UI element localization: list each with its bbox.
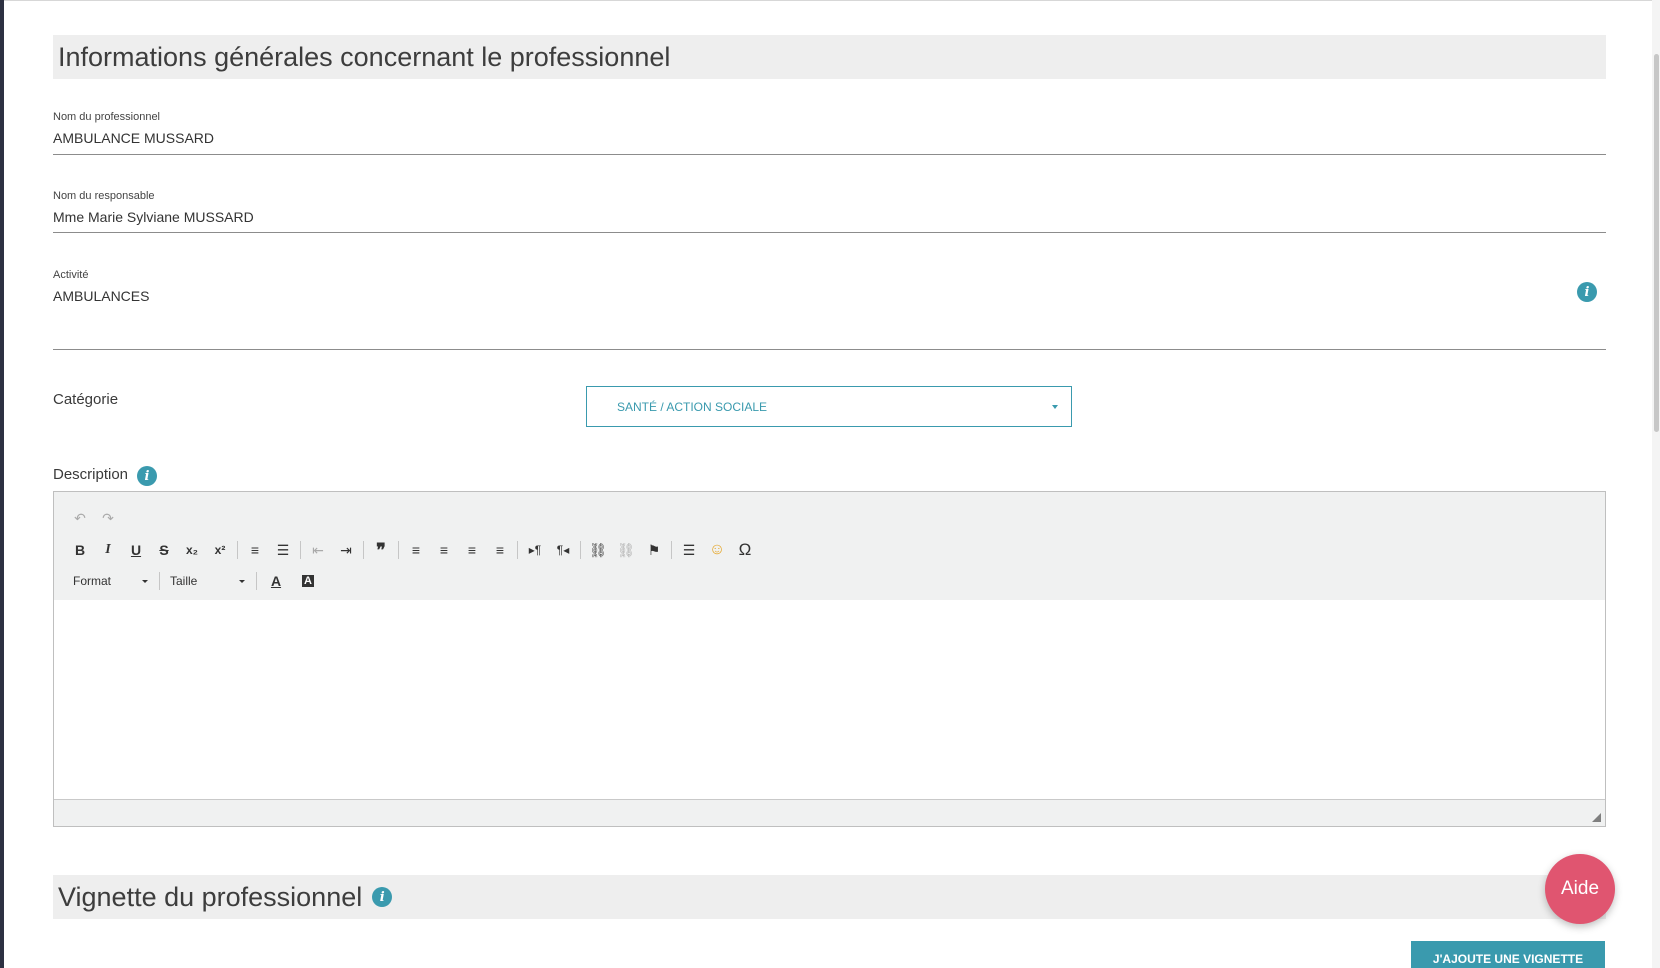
editor-content-area[interactable] [54,600,1605,800]
nom-responsable-label: Nom du responsable [53,190,155,202]
editor-status-bar [54,799,1605,826]
bold-icon[interactable]: B [66,538,94,562]
general-info-header: Informations générales concernant le pro… [53,35,1606,79]
anchor-flag-icon[interactable]: ⚑ [640,538,668,562]
special-character-icon[interactable]: Ω [731,538,759,562]
redo-icon[interactable]: ↷ [94,506,122,530]
underline-icon[interactable]: U [122,538,150,562]
blockquote-icon[interactable]: ❞ [367,538,395,562]
aide-button[interactable]: Aide [1545,854,1615,924]
general-info-title: Informations générales concernant le pro… [58,41,671,72]
align-center-icon[interactable]: ≡ [430,538,458,562]
italic-icon[interactable]: I [94,538,122,562]
toolbar-row-styles: Format Taille A A [66,569,324,593]
bullet-list-icon[interactable]: ☰ [269,538,297,562]
nom-professionnel-label: Nom du professionnel [53,111,161,123]
categorie-select[interactable]: SANTÉ / ACTION SOCIALE [586,386,1072,427]
add-vignette-button[interactable]: J'AJOUTE UNE VIGNETTE [1411,941,1605,968]
superscript-icon[interactable]: x² [206,538,234,562]
size-dropdown-label: Taille [170,574,198,588]
activite-info-icon[interactable]: i [1577,282,1597,302]
vignette-info-icon[interactable]: i [372,887,393,907]
background-color-icon[interactable]: A [292,569,324,593]
categorie-selected-value: SANTÉ / ACTION SOCIALE [617,399,768,414]
editor-toolbar: ↶ ↷ B I U S x₂ x² ≡ ☰ ⇤ ⇥ ❞ ≡ ≡ ≡ ≡ ▸¶ ¶… [54,492,1605,601]
vignette-title: Vignette du professionnel [58,881,363,912]
vignette-header: Vignette du professionnel i [53,875,1606,919]
align-left-icon[interactable]: ≡ [402,538,430,562]
link-icon[interactable]: ⛓ [584,538,612,562]
undo-icon[interactable]: ↶ [66,506,94,530]
activite-value[interactable]: AMBULANCES [53,288,149,304]
size-dropdown[interactable]: Taille [163,569,253,593]
subscript-icon[interactable]: x₂ [178,538,206,562]
chevron-down-icon [239,579,245,583]
resize-handle-icon[interactable] [1592,813,1601,822]
top-divider [4,0,1660,1]
toolbar-separator [159,572,160,590]
scrollbar[interactable] [1652,0,1660,968]
unlink-icon[interactable]: ⛓ [612,538,640,562]
categorie-label: Catégorie [53,391,119,408]
toolbar-separator [300,541,301,559]
align-right-icon[interactable]: ≡ [458,538,486,562]
left-edge-bar [0,0,4,968]
activite-field[interactable]: Activité AMBULANCES i [53,269,1606,350]
align-justify-icon[interactable]: ≡ [486,538,514,562]
toolbar-separator [517,541,518,559]
toolbar-separator [580,541,581,559]
activite-label: Activité [53,269,89,281]
indent-icon[interactable]: ⇥ [332,538,360,562]
chevron-down-icon [1052,404,1058,409]
toolbar-separator [398,541,399,559]
toolbar-separator [256,572,257,590]
toolbar-row-history: ↶ ↷ [66,506,122,530]
description-editor[interactable]: ↶ ↷ B I U S x₂ x² ≡ ☰ ⇤ ⇥ ❞ ≡ ≡ ≡ ≡ ▸¶ ¶… [53,491,1606,827]
format-dropdown[interactable]: Format [66,569,156,593]
description-info-icon[interactable]: i [137,466,157,486]
text-direction-rtl-icon[interactable]: ¶◂ [549,538,577,562]
outdent-icon[interactable]: ⇤ [304,538,332,562]
text-direction-ltr-icon[interactable]: ▸¶ [521,538,549,562]
emoji-icon[interactable]: ☺ [703,538,731,562]
toolbar-separator [671,541,672,559]
text-color-icon[interactable]: A [260,569,292,593]
toolbar-row-formatting: B I U S x₂ x² ≡ ☰ ⇤ ⇥ ❞ ≡ ≡ ≡ ≡ ▸¶ ¶◂ ⛓ … [66,538,759,562]
toolbar-separator [363,541,364,559]
horizontal-rule-icon[interactable]: ☰ [675,538,703,562]
numbered-list-icon[interactable]: ≡ [241,538,269,562]
nom-professionnel-value[interactable]: AMBULANCE MUSSARD [53,130,214,146]
chevron-down-icon [142,579,148,583]
toolbar-separator [237,541,238,559]
description-label: Description [53,466,129,483]
strikethrough-icon[interactable]: S [150,538,178,562]
scrollbar-thumb[interactable] [1654,54,1659,432]
nom-professionnel-field[interactable]: Nom du professionnel AMBULANCE MUSSARD [53,111,1606,155]
nom-responsable-field[interactable]: Nom du responsable Mme Marie Sylviane MU… [53,190,1606,233]
nom-responsable-value[interactable]: Mme Marie Sylviane MUSSARD [53,209,254,225]
background-color-glyph: A [302,575,314,587]
format-dropdown-label: Format [73,574,112,588]
